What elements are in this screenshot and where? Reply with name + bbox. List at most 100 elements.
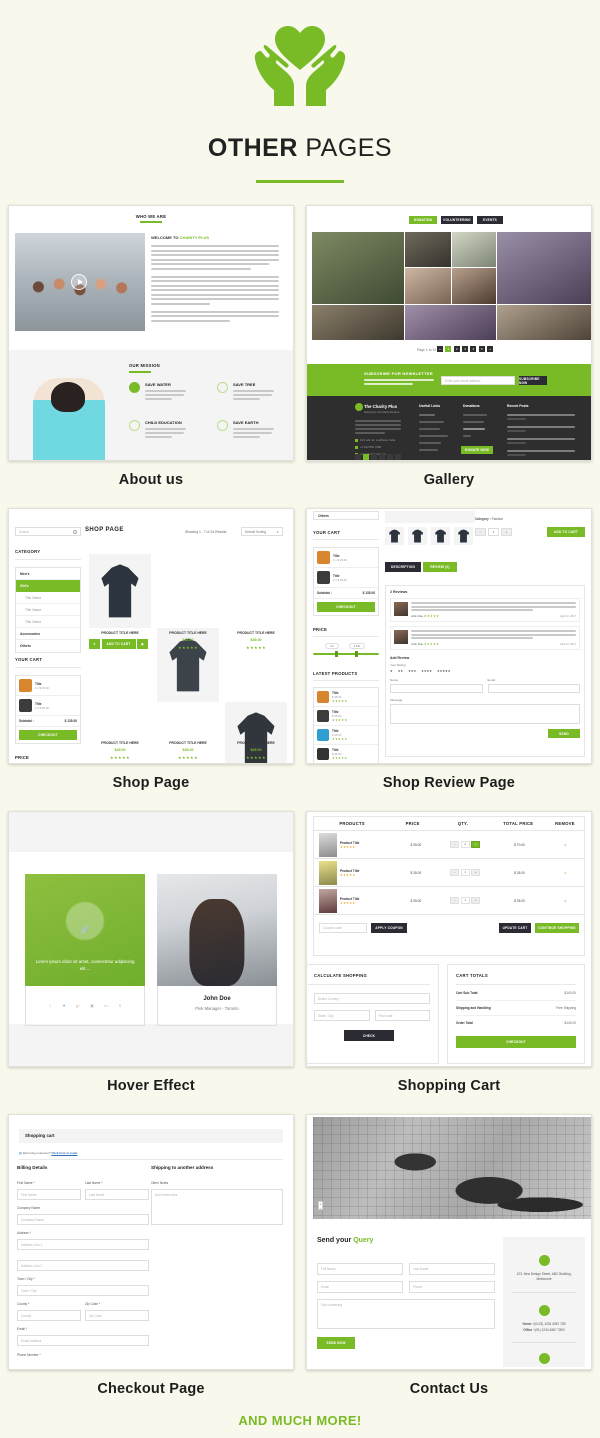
qty-minus-button[interactable]: − — [450, 897, 460, 904]
check-button[interactable]: CHECK — [344, 1030, 394, 1041]
footer-social[interactable] — [355, 454, 401, 460]
review-cart-item-1[interactable]: Title 2 x $ 45.00 — [314, 568, 378, 588]
thumbnail-gallery[interactable]: DONATION VOLUNTEERING EVENTS Page 1 to 1… — [306, 205, 592, 461]
wishlist-icon[interactable]: ♥ — [89, 639, 100, 649]
gallery-filter-0[interactable]: DONATION — [409, 216, 437, 224]
category-item-2[interactable]: Title Name — [16, 592, 80, 604]
review-thumb-3[interactable] — [454, 527, 473, 545]
chevron-down-icon[interactable]: ▾ — [277, 530, 279, 534]
page-card-shop-review[interactable]: Others YOUR CART Title 1 x $ 45.00 Title 2… — [306, 508, 592, 805]
zoom-out-button[interactable]: − — [320, 1206, 322, 1210]
shop-search-input[interactable]: Search — [15, 527, 81, 536]
page-card-contact[interactable]: + − Send your Query Full Name Last Name E… — [306, 1114, 592, 1411]
google-plus-icon[interactable] — [371, 454, 377, 460]
county-input[interactable]: County — [17, 1310, 81, 1321]
update-cart-button[interactable]: UPDATE CART — [499, 923, 531, 933]
thumbnail-shopping-cart[interactable]: PRODUCTS PRICE QTY. TOTAL PRICE REMOVE P… — [306, 811, 592, 1067]
thumbnail-contact-us[interactable]: + − Send your Query Full Name Last Name E… — [306, 1114, 592, 1370]
hover-card[interactable]: 🔗 Lorem ipsum dolor sit amet, consectetu… — [25, 874, 145, 1026]
page-card-hover-effect[interactable]: 🔗 Lorem ipsum dolor sit amet, consectetu… — [8, 811, 294, 1108]
tab-description[interactable]: DESCRIPTION — [385, 562, 421, 572]
review-thumbnails[interactable] — [385, 527, 473, 545]
skype-icon[interactable]: S — [118, 1003, 123, 1008]
pager-1[interactable]: 1 — [445, 346, 452, 352]
full-name-input[interactable]: Full Name — [317, 1263, 403, 1275]
page-card-shopping-cart[interactable]: PRODUCTS PRICE QTY. TOTAL PRICE REMOVE P… — [306, 811, 592, 1108]
cart-checkout-button[interactable]: CHECKOUT — [456, 1036, 576, 1048]
last-name-input[interactable]: Last Name — [85, 1189, 149, 1200]
remove-button[interactable]: x — [547, 871, 584, 875]
pager-5[interactable]: 5 — [478, 346, 485, 352]
review-name-input[interactable] — [390, 684, 483, 694]
person-card[interactable]: John Doe Pink Manager - Toronto — [157, 874, 277, 1026]
category-item-6[interactable]: Others — [16, 640, 80, 652]
other-notes-textarea[interactable]: Add extra notes — [151, 1189, 283, 1225]
remove-button[interactable]: x — [547, 899, 584, 903]
thumbnail-checkout-page[interactable]: Shopping cart ▤ Returning customer? Clic… — [8, 1114, 294, 1370]
post-code-input[interactable]: Post code — [374, 1010, 430, 1021]
instagram-icon[interactable]: ▣ — [90, 1003, 95, 1008]
qty-value[interactable]: 1 — [460, 869, 470, 876]
qty-plus-button[interactable]: + — [471, 869, 481, 876]
apply-coupon-button[interactable]: APPLY COUPON — [371, 923, 407, 933]
phone-input[interactable]: Phone — [409, 1281, 495, 1293]
qty-plus-button[interactable]: + — [471, 897, 481, 904]
qty-stepper[interactable]: − 1 + — [438, 869, 492, 876]
cart-item-1[interactable]: Title 2 x $ 45.00 — [16, 696, 80, 716]
review-thumb-0[interactable] — [385, 527, 404, 545]
thumbnail-about-us[interactable]: WHO WE ARE WELCOME TO CHARITY PLUS OUR M… — [8, 205, 294, 461]
twitter-icon[interactable]: ✦ — [62, 1003, 67, 1008]
review-email-input[interactable] — [487, 684, 580, 694]
gallery-image-4[interactable] — [405, 268, 451, 304]
price-slider-handle-min[interactable] — [335, 651, 338, 657]
add-to-cart-button[interactable]: ADD TO CART — [101, 639, 136, 649]
latest-item-2[interactable]: Title $ 45.00 ★★★★★ — [314, 726, 378, 745]
pager-4[interactable]: 4 — [470, 346, 477, 352]
gallery-filter-2[interactable]: EVENTS — [477, 216, 503, 224]
pager-3[interactable]: 3 — [462, 346, 469, 352]
footer-col-1-items[interactable] — [463, 414, 497, 437]
review-add-to-cart-button[interactable]: ADD TO CART — [547, 527, 585, 537]
chain-link-icon[interactable]: 🔗 — [81, 926, 90, 934]
hover-card-social[interactable]: f ✦ g+ ▣ in S — [25, 986, 145, 1026]
twitter-icon[interactable] — [363, 454, 369, 460]
qty-stepper[interactable]: − 2 + — [438, 841, 492, 848]
state-city-input[interactable]: State / City — [314, 1010, 370, 1021]
google-plus-icon[interactable]: g+ — [76, 1003, 81, 1008]
category-item-5[interactable]: Accessories — [16, 628, 80, 640]
linkedin-icon[interactable] — [387, 454, 393, 460]
price-slider-handle-max[interactable] — [355, 651, 358, 657]
qty-minus-button[interactable]: − — [475, 528, 486, 536]
skype-icon[interactable] — [395, 454, 401, 460]
facebook-icon[interactable] — [355, 454, 361, 460]
review-checkout-button[interactable]: CHECKOUT — [317, 602, 375, 612]
facebook-icon[interactable]: f — [48, 1003, 53, 1008]
footer-col-0-items[interactable] — [419, 414, 453, 451]
gallery-image-1[interactable] — [405, 232, 451, 267]
review-send-button[interactable]: SEND — [548, 729, 580, 739]
qty-stepper[interactable]: − 1 + — [475, 528, 512, 536]
page-card-gallery[interactable]: DONATION VOLUNTEERING EVENTS Page 1 to 1… — [306, 205, 592, 502]
thumbnail-shop-page[interactable]: Search SHOP PAGE Showing 1 - 7 of 24 Res… — [8, 508, 294, 764]
thumbnail-hover-effect[interactable]: 🔗 Lorem ipsum dolor sit amet, consectetu… — [8, 811, 294, 1067]
pager-next[interactable]: » — [487, 346, 494, 352]
last-name-input[interactable]: Last Name — [409, 1263, 495, 1275]
cart-item-0[interactable]: Title 1 x $ 45.00 — [16, 676, 80, 696]
page-card-shop[interactable]: Search SHOP PAGE Showing 1 - 7 of 24 Res… — [8, 508, 294, 805]
qty-stepper[interactable]: − 1 + — [438, 897, 492, 904]
qty-minus-button[interactable]: − — [450, 869, 460, 876]
qty-value[interactable]: 1 — [460, 897, 470, 904]
send-now-button[interactable]: SEND NOW — [317, 1337, 355, 1349]
shop-category-list[interactable]: Men's Girl's Title Name Title Name Title… — [15, 567, 81, 653]
zip-code-input[interactable]: Zip Code — [85, 1310, 149, 1321]
quickview-icon[interactable]: ◉ — [137, 639, 148, 649]
newsletter-subscribe-button[interactable]: SUBSCRIBE NOW — [519, 376, 547, 385]
gallery-image-0[interactable] — [312, 232, 404, 304]
qty-plus-button[interactable]: + — [501, 528, 512, 536]
email-input[interactable]: Email — [317, 1281, 403, 1293]
review-sidebar-others[interactable]: Others — [313, 511, 379, 520]
latest-item-3[interactable]: Title $ 45.00 ★★★★★ — [314, 745, 378, 763]
qty-plus-button[interactable]: + — [471, 841, 481, 848]
first-name-input[interactable]: First Name — [17, 1189, 81, 1200]
page-card-checkout[interactable]: Shopping cart ▤ Returning customer? Clic… — [8, 1114, 294, 1411]
